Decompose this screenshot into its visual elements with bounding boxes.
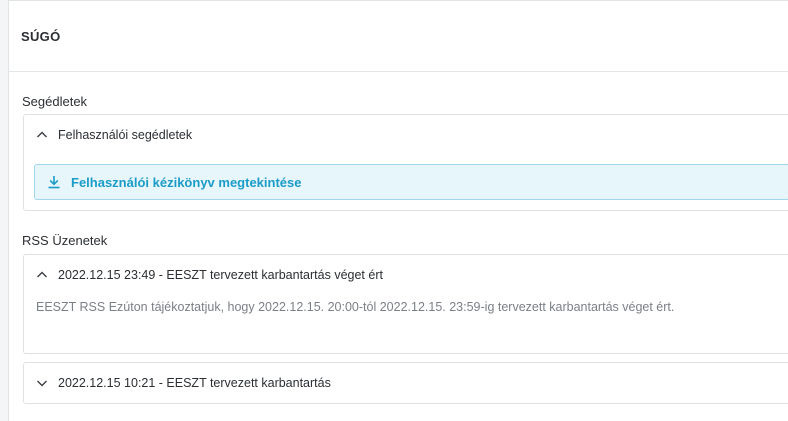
guides-accordion-title: Felhasználói segédletek	[58, 128, 193, 142]
rss-item: 2022.12.15 10:21 - EESZT tervezett karba…	[23, 362, 788, 404]
guides-accordion: Felhasználói segédletek Felhasználói kéz…	[23, 114, 788, 211]
help-panel: SÚGÓ Segédletek Felhasználói segédletek …	[8, 0, 788, 421]
rss-item: 2022.12.15 23:49 - EESZT tervezett karba…	[23, 254, 788, 354]
chevron-up-icon	[36, 129, 48, 141]
rss-item-header[interactable]: 2022.12.15 10:21 - EESZT tervezett karba…	[24, 363, 788, 403]
section-title-rss: RSS Üzenetek	[22, 233, 108, 248]
rss-item-title: 2022.12.15 10:21 - EESZT tervezett karba…	[58, 376, 331, 390]
rss-item-title: 2022.12.15 23:49 - EESZT tervezett karba…	[58, 268, 383, 282]
page-title: SÚGÓ	[9, 1, 788, 72]
rss-item-header[interactable]: 2022.12.15 23:49 - EESZT tervezett karba…	[24, 255, 788, 295]
guides-accordion-header[interactable]: Felhasználói segédletek	[24, 115, 788, 155]
chevron-up-icon	[36, 269, 48, 281]
view-user-manual-button[interactable]: Felhasználói kézikönyv megtekintése	[34, 164, 788, 200]
rss-item-body: EESZT RSS Ezúton tájékoztatjuk, hogy 202…	[36, 300, 675, 314]
chevron-down-icon	[36, 377, 48, 389]
section-title-guides: Segédletek	[22, 94, 88, 109]
view-user-manual-label: Felhasználói kézikönyv megtekintése	[71, 174, 302, 190]
download-icon	[47, 175, 61, 189]
